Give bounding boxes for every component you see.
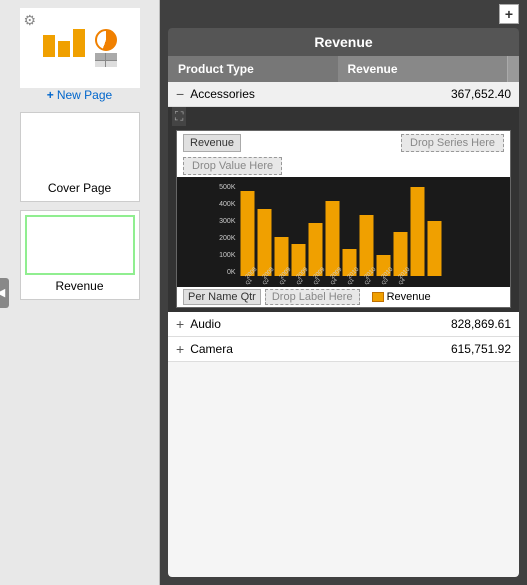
main-content: + Revenue Product Type Revenue − Accesso… [160, 0, 527, 585]
collapse-icon[interactable]: − [176, 86, 184, 102]
report-body: − Accessories 367,652.40 ⛶ Revenue Drop … [168, 82, 519, 577]
per-name-label: Per Name Qtr [183, 289, 261, 305]
svg-text:100K: 100K [219, 252, 236, 259]
col-revenue: Revenue [338, 56, 508, 82]
chart-value-row: Drop Value Here [177, 155, 510, 177]
scrollbar [507, 56, 519, 82]
expand-icon-audio[interactable]: + [176, 316, 184, 332]
svg-text:400K: 400K [219, 201, 236, 208]
accessories-chart-container: ⛶ Revenue Drop Series Here Drop Value He… [168, 107, 519, 312]
legend-color [372, 292, 384, 302]
report-title: Revenue [168, 28, 519, 56]
svg-text:300K: 300K [219, 218, 236, 225]
add-page-button[interactable]: + [499, 4, 519, 24]
table-row-camera[interactable]: + Camera 615,751.92 [168, 337, 519, 362]
report-header: Product Type Revenue [168, 56, 519, 82]
new-page-plus-icon: + [47, 88, 54, 102]
camera-label: Camera [190, 342, 431, 356]
cover-page-preview [25, 117, 135, 177]
chart-inner: Revenue Drop Series Here Drop Value Here… [176, 130, 511, 308]
table-icon [95, 53, 117, 67]
chart-drop-series[interactable]: Drop Series Here [401, 134, 504, 152]
accessories-value: 367,652.40 [431, 87, 511, 101]
revenue-page-preview [25, 215, 135, 275]
sidebar: ⚙ + New Page Cover Page [0, 0, 160, 585]
chart-field-revenue: Revenue [183, 134, 241, 152]
svg-text:200K: 200K [219, 235, 236, 242]
svg-text:0K: 0K [227, 269, 236, 276]
expand-icon-camera[interactable]: + [176, 341, 184, 357]
sidebar-item-cover[interactable]: Cover Page [20, 112, 140, 202]
chart-drop-value[interactable]: Drop Value Here [183, 157, 282, 175]
chart-drop-label[interactable]: Drop Label Here [265, 289, 360, 305]
chart-footer: Per Name Qtr Drop Label Here Revenue [177, 287, 510, 307]
revenue-page-label: Revenue [25, 275, 135, 295]
new-page-link[interactable]: + New Page [47, 88, 112, 102]
top-bar: + [160, 0, 527, 28]
chart-legend: Revenue [372, 291, 431, 303]
cover-page-label: Cover Page [25, 177, 135, 197]
camera-value: 615,751.92 [431, 342, 511, 356]
svg-text:500K: 500K [219, 184, 236, 191]
chart-header: Revenue Drop Series Here [177, 131, 510, 155]
table-row-accessories[interactable]: − Accessories 367,652.40 [168, 82, 519, 107]
new-page-label: New Page [57, 88, 112, 102]
chart-resize-handle[interactable]: ⛶ [172, 107, 186, 126]
audio-label: Audio [190, 317, 431, 331]
accessories-label: Accessories [190, 87, 431, 101]
table-row-audio[interactable]: + Audio 828,869.61 [168, 312, 519, 337]
page-thumb-icons: ⚙ [20, 8, 140, 88]
audio-value: 828,869.61 [431, 317, 511, 331]
gear-icon: ⚙ [24, 12, 37, 29]
sidebar-item-revenue[interactable]: Revenue [20, 210, 140, 300]
col-product-type: Product Type [168, 56, 338, 82]
chart-icons [43, 29, 117, 67]
chart-svg: 500K 400K 300K 200K 100K 0K [177, 177, 510, 287]
pie-chart-icon [95, 29, 117, 51]
legend-label: Revenue [387, 291, 431, 303]
sidebar-collapse-button[interactable]: ◀ [0, 278, 9, 308]
report-panel: Revenue Product Type Revenue − Accessori… [168, 28, 519, 577]
